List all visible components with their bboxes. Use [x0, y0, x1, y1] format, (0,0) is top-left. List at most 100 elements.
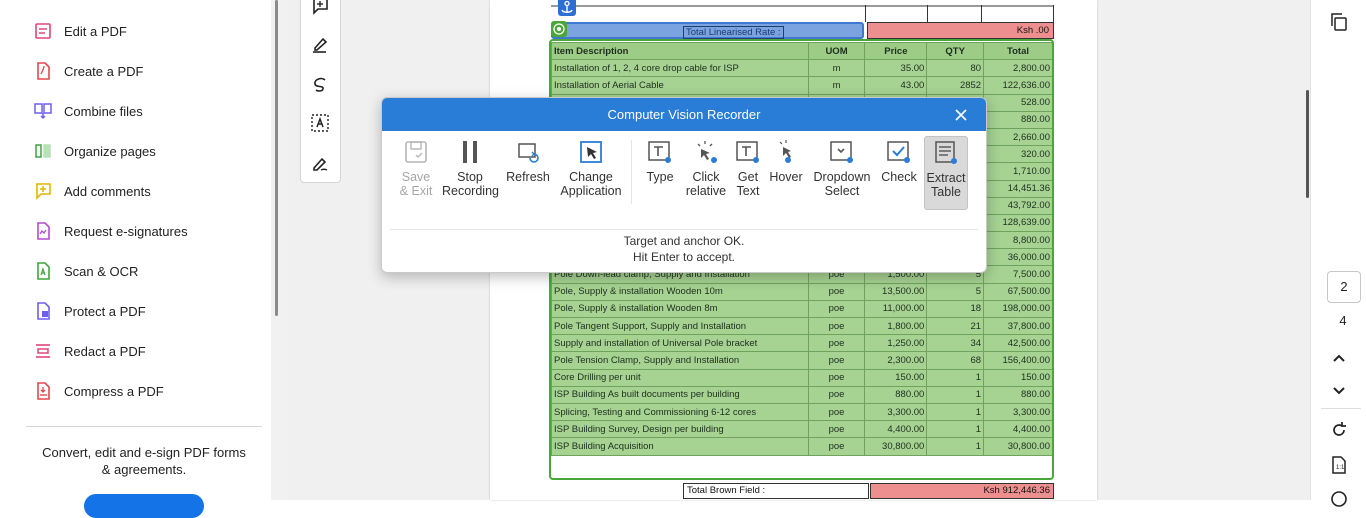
button-label: Save & Exit [399, 170, 433, 198]
tool-label: Combine files [64, 103, 143, 119]
tool-label: Scan & OCR [64, 263, 139, 279]
tool-label: Redact a PDF [64, 343, 146, 359]
rotate-icon[interactable] [1329, 420, 1349, 440]
chevron-up-icon[interactable] [1329, 348, 1349, 368]
close-icon[interactable] [952, 106, 970, 124]
current-page-input[interactable]: 2 [1327, 271, 1361, 303]
target-icon [551, 21, 567, 37]
panel-divider [26, 426, 262, 427]
refresh-button[interactable]: Refresh [505, 136, 551, 208]
table-header-row-above [551, 5, 1054, 22]
button-label: Change Application [560, 170, 622, 198]
tool-scan-ocr[interactable]: Scan & OCR [34, 258, 138, 284]
toolbar-separator [631, 140, 632, 204]
button-label: Hover [769, 170, 803, 184]
redact-pdf-icon [34, 342, 52, 360]
compress-pdf-icon [34, 382, 52, 400]
get-text-button[interactable]: Get Text [732, 136, 764, 208]
tool-label: Protect a PDF [64, 303, 146, 319]
total-brown-field-label: Total Brown Field : [683, 483, 869, 499]
change-application-button[interactable]: Change Application [560, 136, 622, 208]
check-icon [885, 138, 913, 166]
button-label: Check [881, 170, 917, 184]
dropdown-select-button[interactable]: Dropdown Select [812, 136, 872, 208]
extract-table-button[interactable]: Extract Table [924, 136, 968, 210]
hover-button[interactable]: Hover [768, 136, 804, 208]
add-comments-icon [34, 182, 52, 200]
total-brown-field-value: Ksh 912,446.36 [870, 483, 1054, 499]
save-icon [402, 138, 430, 166]
tool-create-pdf[interactable]: Create a PDF [34, 58, 143, 84]
rail-divider [1321, 408, 1361, 409]
button-label: Stop Recording [442, 170, 499, 198]
create-pdf-icon [34, 62, 52, 80]
scrollbar-thumb[interactable] [275, 0, 278, 316]
tool-compress-pdf[interactable]: Compress a PDF [34, 378, 164, 404]
copy-icon[interactable] [1329, 12, 1349, 32]
tools-panel: Edit a PDF Create a PDF Combine files Or… [0, 0, 271, 518]
promo-text: Convert, edit and e-sign PDF forms & agr… [42, 445, 246, 477]
tool-redact-pdf[interactable]: Redact a PDF [34, 338, 146, 364]
linearised-label: Total Linearised Rate : [683, 26, 784, 39]
svg-text:1:1: 1:1 [1336, 465, 1345, 471]
type-icon [646, 138, 674, 166]
promo-button[interactable] [84, 494, 204, 518]
linearised-rate-row: Total Linearised Rate : Ksh .00 [551, 22, 1054, 39]
dropdown-select-icon [828, 138, 856, 166]
click-relative-icon [692, 138, 720, 166]
tool-label: Organize pages [64, 143, 156, 159]
tool-label: Compress a PDF [64, 383, 164, 399]
computer-vision-recorder-dialog: Computer Vision Recorder Save & Exit Stop… [381, 97, 987, 273]
button-label: Refresh [506, 170, 550, 184]
draw-freeform-icon[interactable] [310, 74, 330, 94]
actual-size-icon[interactable]: 1:1 [1329, 455, 1349, 475]
anchor-highlight[interactable]: Total Linearised Rate : [551, 22, 864, 39]
add-comment-icon[interactable] [310, 0, 330, 16]
status-message: Target and anchor OK. [623, 234, 745, 248]
button-label: Get Text [736, 170, 760, 198]
refresh-icon [514, 138, 542, 166]
tool-label: Request e-signatures [64, 223, 188, 239]
total-brown-field-row: Total Brown Field : Ksh 912,446.36 [683, 483, 1054, 499]
dialog-title: Computer Vision Recorder [607, 107, 761, 122]
button-label: Type [646, 170, 674, 184]
click-relative-button[interactable]: Click relative [684, 136, 728, 208]
text-select-icon[interactable] [310, 113, 330, 133]
organize-pages-icon [34, 142, 52, 160]
tool-organize-pages[interactable]: Organize pages [34, 138, 156, 164]
tool-label: Create a PDF [64, 63, 144, 79]
zoom-in-icon[interactable] [1329, 489, 1349, 509]
total-pages: 4 [1339, 313, 1347, 328]
status-divider [390, 229, 978, 230]
request-esignature-icon [34, 222, 52, 240]
tool-label: Edit a PDF [64, 23, 127, 39]
right-rail: 2 4 1:1 [1310, 0, 1366, 507]
extract-table-icon [932, 139, 960, 167]
button-label: Dropdown Select [813, 170, 871, 198]
check-button[interactable]: Check [880, 136, 918, 208]
tool-protect-pdf[interactable]: Protect a PDF [34, 298, 146, 324]
change-application-icon [577, 138, 605, 166]
stop-recording-button[interactable]: Stop Recording [442, 136, 499, 208]
button-label: Extract Table [926, 171, 966, 199]
annotation-toolbar [300, 0, 341, 183]
document-scrollbar-thumb[interactable] [1306, 90, 1309, 198]
chevron-down-icon[interactable] [1329, 381, 1349, 401]
get-text-icon [734, 138, 762, 166]
tool-request-esignatures[interactable]: Request e-signatures [34, 218, 188, 244]
tool-combine-files[interactable]: Combine files [34, 98, 143, 124]
tool-add-comments[interactable]: Add comments [34, 178, 151, 204]
tool-label: Add comments [64, 183, 151, 199]
pause-icon [456, 138, 484, 166]
protect-pdf-icon [34, 302, 52, 320]
button-label: Click relative [685, 170, 727, 198]
save-exit-button[interactable]: Save & Exit [396, 136, 436, 208]
highlight-pen-icon[interactable] [310, 34, 330, 54]
scan-ocr-icon [34, 262, 52, 280]
sign-icon[interactable] [310, 153, 330, 173]
combine-files-icon [34, 102, 52, 120]
tool-edit-pdf[interactable]: Edit a PDF [34, 18, 127, 44]
linearised-value: Ksh .00 [867, 22, 1054, 39]
type-button[interactable]: Type [642, 136, 678, 208]
left-panel-scrollbar[interactable] [271, 0, 287, 500]
